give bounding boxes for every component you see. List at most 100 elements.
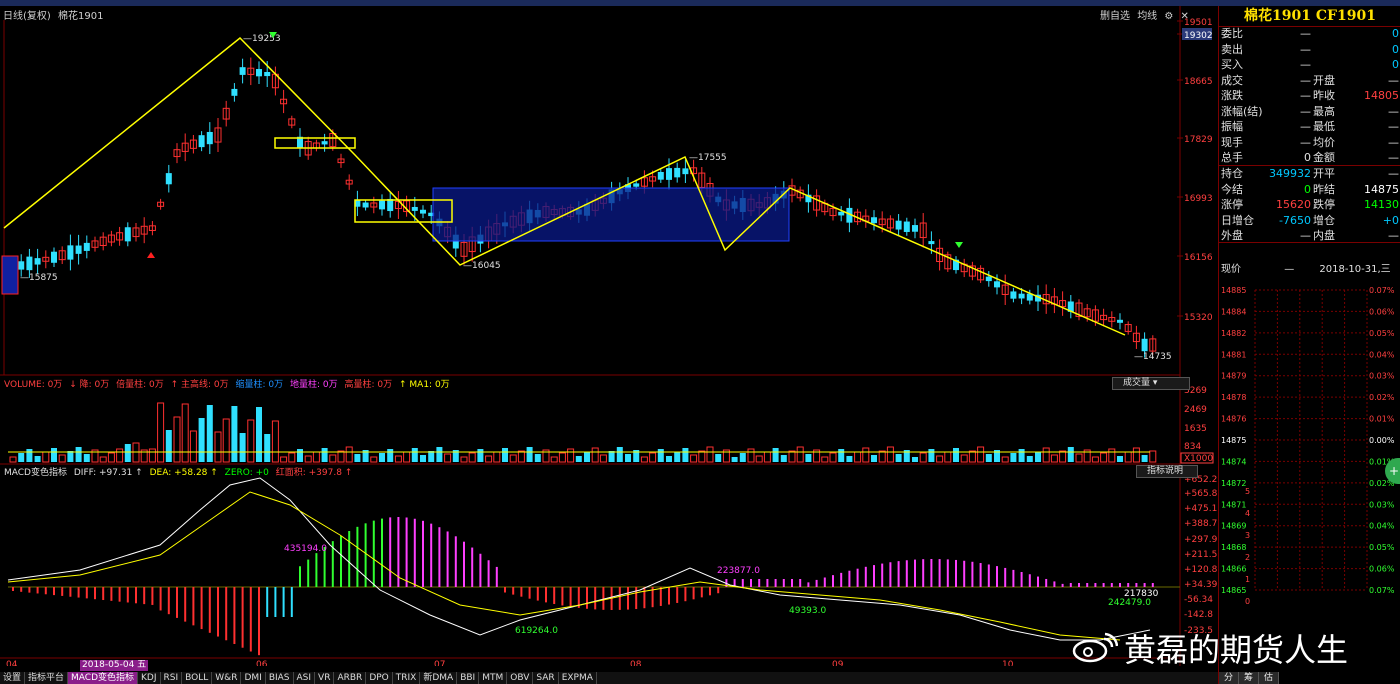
quote-field-label: 增仓 [1313,213,1335,227]
down-arrow-icon [955,242,963,248]
indicator-tab[interactable]: 新DMA [420,672,458,684]
start-price-label: —15875 [20,273,58,283]
candle-body [411,206,418,211]
panel-tab[interactable]: 分 [1219,672,1240,684]
volume-bar [271,420,279,463]
volume-bar [755,455,763,463]
indicator-tab[interactable]: BIAS [266,672,294,684]
indicator-tab[interactable]: 指标平台 [25,672,69,684]
volume-bar [444,453,452,463]
macd-tick-label: +475.1 [1184,504,1217,514]
indicator-tab[interactable]: MACD变色指标 [68,672,139,684]
quote-field-value: 0 [1304,182,1311,196]
quote-row: 涨停 15620 跌停 14130 [1221,197,1400,212]
indicator-tab[interactable]: KDJ [138,672,161,684]
volume-bar [1035,452,1041,462]
indicator-tab[interactable]: EXPMA [559,672,597,684]
indicator-tab[interactable]: TRIX [393,672,421,684]
indicator-tab[interactable]: 设置 [0,672,26,684]
volume-bar [526,447,533,462]
indicator-tab[interactable]: DMI [241,672,266,684]
candle-body [83,242,90,251]
grid-pct-label: 0.04% [1369,522,1395,531]
volume-bar [591,447,599,463]
indicator-tab[interactable]: DPO [366,672,393,684]
period-label[interactable]: 日线(复权) [3,11,51,22]
candle-body [264,71,271,77]
quote-field-label: 涨停 [1221,198,1243,211]
indicator-tab[interactable]: ASI [294,672,316,684]
panel-tab[interactable]: 估 [1259,672,1280,684]
panel-tab[interactable]: 筹 [1239,672,1260,684]
indicator-tab[interactable]: VR [315,672,335,684]
kline-chart-area[interactable]: 19501 19302 18665 17829 16993 16156 15320 3269 2… [0,6,1218,666]
grid-count-label: 0 [1245,597,1250,606]
candle-body [1018,293,1025,299]
last-price-label: —14735 [1134,352,1172,362]
month-label: 07 [434,660,445,666]
volume-bar [666,456,672,462]
volume-bar [148,448,156,463]
candle-body [682,168,689,175]
macd-tick-label: +211.5 [1184,550,1217,560]
candle-body [871,217,877,224]
volume-bar [584,452,590,462]
quote-field-label: 振幅 [1221,120,1243,133]
quote-row: 振幅 — 最低 — [1221,119,1400,134]
volume-bar [107,452,115,463]
chart-canvas: 1950119302186651782916993161561532032692… [0,6,1218,666]
quote-field-value: 0 [1392,58,1399,71]
quote-row: 总手 0 金额 — [1221,150,1400,165]
candle-body [75,245,82,254]
macd-legend-item: DIFF: +97.31 ↑ [73,468,143,478]
price-tick-label: 16156 [1184,253,1213,263]
grid-price-label: 14885 [1221,286,1246,295]
quote-row: 涨跌 — 昨收 14805 [1221,88,1400,103]
candle-body [1010,291,1017,299]
quote-field-value: — [1300,120,1311,133]
indicator-tab[interactable]: SAR [533,672,559,684]
volume-bar [558,452,566,463]
volume-bar [1117,456,1123,462]
volume-bar [550,456,558,463]
volume-bar [960,454,968,463]
indicator-tab[interactable]: W&R [212,672,242,684]
grid-count-label: 3 [1245,531,1250,540]
indicator-tab[interactable]: ARBR [334,672,367,684]
ma-toggle-button[interactable]: 均线 [1137,11,1157,22]
remove-watchlist-button[interactable]: 删自选 [1100,11,1130,22]
volume-bar [321,448,328,462]
volume-bar [796,446,804,463]
indicator-tab[interactable]: RSI [161,672,183,684]
candle-body [256,69,262,77]
quote-field-value: 349932 [1269,167,1311,180]
indicator-tab[interactable]: BBI [457,672,480,684]
volume-indicator-button[interactable]: 成交量 ▾ [1112,377,1190,390]
volume-bar [772,448,779,462]
grid-price-label: 14866 [1221,565,1246,574]
grid-pct-label: 0.06% [1369,565,1395,574]
volume-bar [502,448,508,462]
close-icon[interactable]: ✕ [1181,11,1189,22]
volume-bar [690,454,698,463]
volume-bar [640,456,648,463]
chart-top-right-controls: 删自选 均线 ⚙ ✕ [1100,7,1189,22]
indicator-tab[interactable]: MTM [479,672,508,684]
month-label: 04 [6,660,18,666]
quote-field-value: — [1388,73,1399,87]
indicator-help-button[interactable]: 指标说明 [1136,465,1198,478]
indicator-tab[interactable]: BOLL [182,672,213,684]
volume-bar [124,444,131,462]
volume-bar [575,456,582,462]
volume-tick-label: 1635 [1184,424,1207,434]
quote-field-value: 14805 [1364,89,1399,102]
indicator-tab[interactable]: OBV [507,672,534,684]
grid-price-label: 14881 [1221,350,1246,359]
indicator-tabs: 设置 指标平台 MACD变色指标 KDJ RSI BOLL W&R DMI BIAS ASI VR A… [0,672,1218,684]
volume-bar [985,454,992,462]
volume-bar [493,451,501,463]
volume-bar [304,455,312,463]
macd-legend: MACD变色指标 DIFF: +97.31 ↑ DEA: +58.28 ↑ ZE… [4,465,356,478]
settings-icon[interactable]: ⚙ [1164,11,1173,22]
volume-bar [567,448,575,463]
